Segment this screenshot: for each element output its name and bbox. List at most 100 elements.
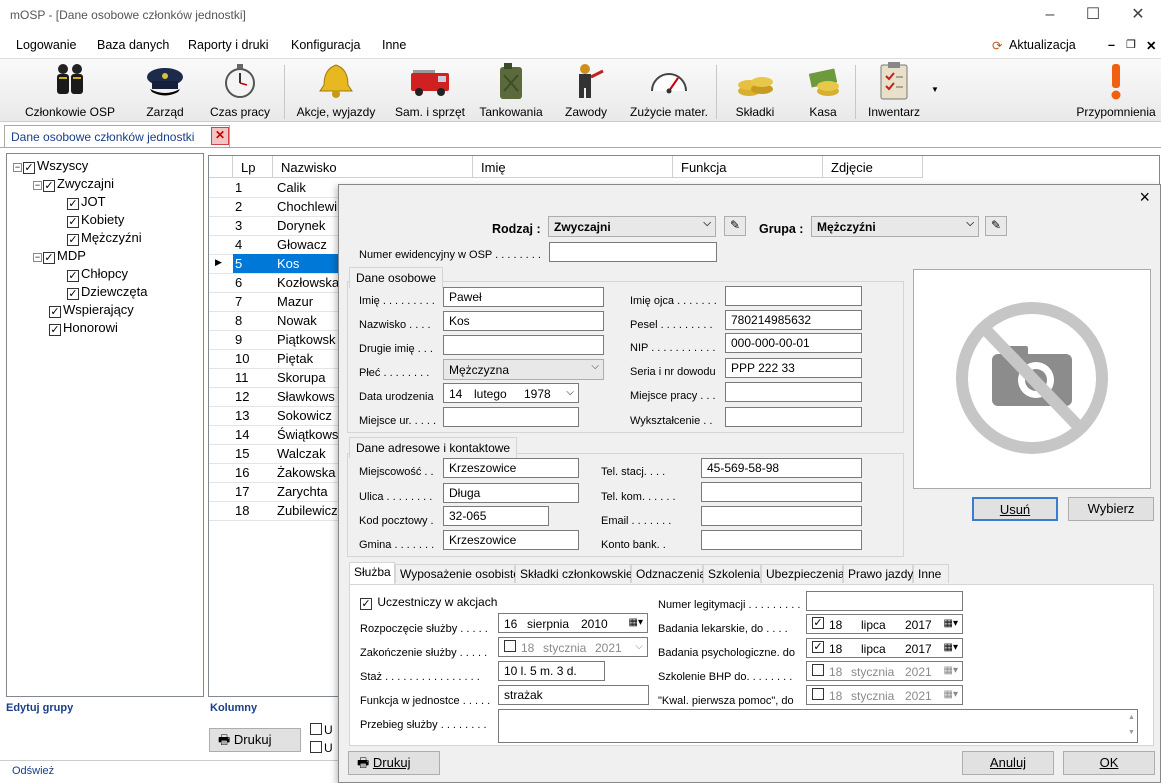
table-row[interactable]: 18 Zubilewicz <box>209 501 349 520</box>
tb-inwentarz[interactable]: Inwentarz <box>866 61 922 121</box>
collapse-icon[interactable]: − <box>33 253 42 262</box>
nip-input[interactable]: 000-000-00-01 <box>725 333 862 353</box>
checkbox-unchecked-icon[interactable] <box>812 664 824 676</box>
imie-input[interactable]: Paweł <box>443 287 604 307</box>
tb-tankowania[interactable]: Tankowania <box>478 61 544 121</box>
tb-zuzycie[interactable]: Zużycie mater. <box>628 61 710 121</box>
menu-raporty[interactable]: Raporty i druki <box>188 38 269 52</box>
menu-baza-danych[interactable]: Baza danych <box>97 38 169 52</box>
konto-bank-input[interactable] <box>701 530 862 550</box>
checkbox-checked-icon[interactable]: ✓ <box>43 180 55 192</box>
badania-psych-picker[interactable]: ✓ 18 lipca 2017 ▦▾ <box>806 638 963 658</box>
menu-logowanie[interactable]: Logowanie <box>16 38 76 52</box>
tree-node-wszyscy[interactable]: − ✓ Wszyscy <box>13 158 88 174</box>
calendar-icon[interactable]: ▦▾ <box>944 689 958 700</box>
scrollbar[interactable]: ▲ ▼ <box>1125 710 1138 742</box>
table-row[interactable]: 6 Kozłowska <box>209 273 349 292</box>
drugie-imie-input[interactable] <box>443 335 604 355</box>
checkbox-unchecked-icon[interactable] <box>504 640 516 652</box>
table-row[interactable]: 9 Piątkowsk <box>209 330 349 349</box>
checkbox-u2[interactable]: U <box>310 741 333 755</box>
checkbox-checked-icon[interactable]: ✓ <box>49 306 61 318</box>
table-row[interactable]: 17 Zarychta <box>209 482 349 501</box>
calendar-icon[interactable]: ▦▾ <box>944 618 958 629</box>
tree-node-mezczyzni[interactable]: ✓ Mężczyźni <box>67 230 142 246</box>
tree-node-zwyczajni[interactable]: − ✓ Zwyczajni <box>33 176 114 192</box>
tab-szkolenia[interactable]: Szkolenia <box>703 564 761 583</box>
tb-kasa[interactable]: Kasa <box>804 61 842 121</box>
zakonczenie-picker[interactable]: 18 stycznia 2021 ⌵ <box>498 637 648 657</box>
tb-zarzad[interactable]: Zarząd <box>137 61 193 121</box>
checkbox-checked-icon[interactable]: ✓ <box>67 288 79 300</box>
tel-kom-input[interactable] <box>701 482 862 502</box>
document-tab[interactable]: Dane osobowe członków jednostki ✕ <box>4 125 230 147</box>
tb-skladki[interactable]: Składki <box>733 61 777 121</box>
rodzaj-select[interactable]: Zwyczajni ⌵ <box>548 216 716 237</box>
tree-node-honorowi[interactable]: ✓ Honorowi <box>49 320 118 336</box>
tab-wyposażenie-osobiste[interactable]: Wyposażenie osobiste <box>395 564 520 583</box>
edit-groups-link[interactable]: Edytuj grupy <box>6 702 73 714</box>
table-row[interactable]: 2 Chochlewi <box>209 197 349 216</box>
table-row[interactable]: 4 Głowacz <box>209 235 349 254</box>
data-urodzenia-picker[interactable]: 14 lutego 1978 ⌵ <box>443 383 579 403</box>
checkbox-checked-icon[interactable]: ✓ <box>67 216 79 228</box>
tb-sprzet[interactable]: Sam. i sprzęt <box>393 61 467 121</box>
tb-przypomnienia[interactable]: Przypomnienia <box>1074 61 1158 121</box>
dialog-close-icon[interactable]: × <box>1139 187 1150 208</box>
menu-konfiguracja[interactable]: Konfiguracja <box>291 38 361 52</box>
col-header-imie[interactable]: Imię <box>473 156 673 178</box>
tree-node-dziewczeta[interactable]: ✓ Dziewczęta <box>67 284 147 300</box>
update-link[interactable]: Aktualizacja <box>1009 38 1076 52</box>
rozpoczecie-picker[interactable]: 16 sierpnia 2010 ▦▾ <box>498 613 648 633</box>
table-row[interactable]: 8 Nowak <box>209 311 349 330</box>
mdi-minimize-icon[interactable]: – <box>1108 38 1115 52</box>
mdi-restore-icon[interactable]: ❐ <box>1126 38 1136 51</box>
col-header-funkcja[interactable]: Funkcja <box>673 156 823 178</box>
tab-inne[interactable]: Inne <box>913 564 949 583</box>
nazwisko-input[interactable]: Kos <box>443 311 604 331</box>
checkbox-checked-icon[interactable]: ✓ <box>49 324 61 336</box>
checkbox-unchecked-icon[interactable] <box>812 688 824 700</box>
pesel-input[interactable]: 780214985632 <box>725 310 862 330</box>
checkbox-checked-icon[interactable]: ✓ <box>23 162 35 174</box>
checkbox-u1[interactable]: U <box>310 723 333 737</box>
edit-rodzaj-button[interactable]: ✎ <box>724 216 746 236</box>
wyksztalcenie-input[interactable] <box>725 407 862 427</box>
minimize-icon[interactable]: – <box>1030 4 1070 26</box>
calendar-icon[interactable]: ▦▾ <box>944 665 958 676</box>
bhp-picker[interactable]: 18 stycznia 2021 ▦▾ <box>806 661 963 681</box>
tree-node-chlopcy[interactable]: ✓ Chłopcy <box>67 266 128 282</box>
checkbox-checked-icon[interactable]: ✓ <box>812 617 824 629</box>
table-row[interactable]: 7 Mazur <box>209 292 349 311</box>
checkbox-checked-icon[interactable]: ✓ <box>43 252 55 264</box>
close-tab-icon[interactable]: ✕ <box>211 127 229 145</box>
uczestniczy-checkbox[interactable]: ✓ Uczestniczy w akcjach <box>360 595 497 610</box>
kwal-picker[interactable]: 18 stycznia 2021 ▦▾ <box>806 685 963 705</box>
choose-photo-button[interactable]: Wybierz <box>1068 497 1154 521</box>
edit-grupa-button[interactable]: ✎ <box>985 216 1007 236</box>
tb-czas-pracy[interactable]: Czas pracy <box>208 61 272 121</box>
table-row[interactable]: 15 Walczak <box>209 444 349 463</box>
maximize-icon[interactable]: ☐ <box>1073 4 1113 26</box>
checkbox-unchecked-icon[interactable] <box>310 741 322 753</box>
tab-odznaczenia[interactable]: Odznaczenia <box>631 564 706 583</box>
collapse-icon[interactable]: − <box>13 163 22 172</box>
tb-czlonkowie[interactable]: Członkowie OSP <box>24 61 116 121</box>
cancel-button[interactable]: Anuluj <box>962 751 1054 775</box>
tab-prawo-jazdy[interactable]: Prawo jazdy <box>843 564 913 583</box>
remove-photo-button[interactable]: Usuń <box>972 497 1058 521</box>
col-header-nazwisko[interactable]: Nazwisko <box>273 156 473 178</box>
grupa-select[interactable]: Mężczyźni ⌵ <box>811 216 979 237</box>
calendar-icon[interactable]: ▦▾ <box>629 617 643 628</box>
seria-input[interactable]: PPP 222 33 <box>725 358 862 378</box>
miejsce-pracy-input[interactable] <box>725 382 862 402</box>
checkbox-checked-icon[interactable]: ✓ <box>67 270 79 282</box>
tab-służba[interactable]: Służba <box>349 562 395 584</box>
calendar-icon[interactable]: ▦▾ <box>944 642 958 653</box>
ulica-input[interactable]: Długa <box>443 483 579 503</box>
refresh-update-icon[interactable]: ⟳ <box>992 38 1002 53</box>
dialog-print-button[interactable]: 🖶 Drukuj <box>348 751 440 775</box>
tree-node-jot[interactable]: ✓ JOT <box>67 194 106 210</box>
tree-node-kobiety[interactable]: ✓ Kobiety <box>67 212 124 228</box>
checkbox-checked-icon[interactable]: ✓ <box>67 234 79 246</box>
